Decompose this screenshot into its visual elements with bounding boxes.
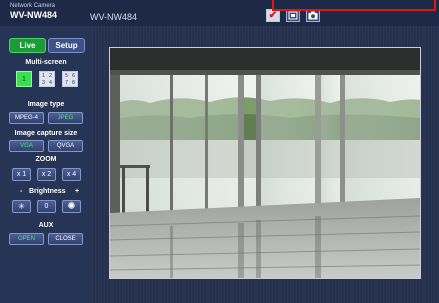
- control-sidebar: Live Setup Multi-screen 1 1 2 3 4 5 6 7 …: [0, 26, 92, 303]
- brightness-down-icon: ✳: [18, 202, 25, 211]
- brightness-up-icon: ✺: [67, 201, 76, 212]
- quad-cell: 5: [65, 72, 68, 79]
- camera-scene: [110, 48, 420, 278]
- quad-cell: 6: [72, 72, 75, 79]
- capture-size-title: Image capture size: [14, 130, 78, 137]
- aux-title: AUX: [38, 222, 54, 229]
- camera-video-feed[interactable]: [109, 47, 421, 279]
- tab-setup[interactable]: Setup: [48, 38, 85, 53]
- brightness-up-button[interactable]: ✺: [62, 200, 81, 213]
- main-view: [92, 26, 439, 303]
- quad-screen-5-8-button[interactable]: 5 6 7 8: [62, 71, 78, 87]
- zoom-x4-button[interactable]: x 4: [62, 168, 81, 181]
- qvga-button[interactable]: QVGA: [48, 140, 83, 152]
- brand-subtitle: Network Camera: [10, 3, 56, 9]
- quad-cell: 3: [42, 79, 45, 86]
- aux-close-button[interactable]: CLOSE: [48, 233, 83, 245]
- brightness-down-button[interactable]: ✳: [12, 200, 31, 213]
- page-title: WV-NW484: [90, 12, 138, 22]
- zoom-x2-button[interactable]: x 2: [37, 168, 56, 181]
- vga-button[interactable]: VGA: [9, 140, 44, 152]
- jpeg-button[interactable]: JPEG: [48, 112, 83, 124]
- quad-cell: 4: [49, 79, 52, 86]
- brand: Network Camera WV-NW484: [10, 3, 57, 21]
- multiscreen-title: Multi-screen: [25, 59, 67, 66]
- aux-open-button[interactable]: OPEN: [9, 233, 44, 245]
- brightness-minus-sign: -: [20, 188, 23, 195]
- mode-tabs: Live Setup: [9, 38, 85, 53]
- brand-model: WV-NW484: [10, 10, 58, 20]
- brightness-reset-button[interactable]: 0: [37, 200, 56, 213]
- mpeg4-button[interactable]: MPEG-4: [9, 112, 44, 124]
- quad-cell: 1: [42, 72, 45, 79]
- zoom-x1-button[interactable]: x 1: [12, 168, 31, 181]
- single-screen-label: 1: [22, 75, 26, 83]
- quad-cell: 8: [72, 79, 75, 86]
- quad-screen-1-4-button[interactable]: 1 2 3 4: [39, 71, 55, 87]
- brightness-plus-sign: +: [75, 188, 80, 195]
- image-type-title: Image type: [27, 101, 65, 108]
- brightness-title: Brightness: [29, 188, 66, 195]
- quad-cell: 2: [49, 72, 52, 79]
- quad-cell: 7: [65, 79, 68, 86]
- single-screen-button[interactable]: 1: [16, 71, 32, 87]
- zoom-title: ZOOM: [35, 156, 57, 163]
- highlight-callout: [272, 0, 436, 11]
- brightness-reset-label: 0: [44, 203, 49, 210]
- tab-live[interactable]: Live: [9, 38, 46, 53]
